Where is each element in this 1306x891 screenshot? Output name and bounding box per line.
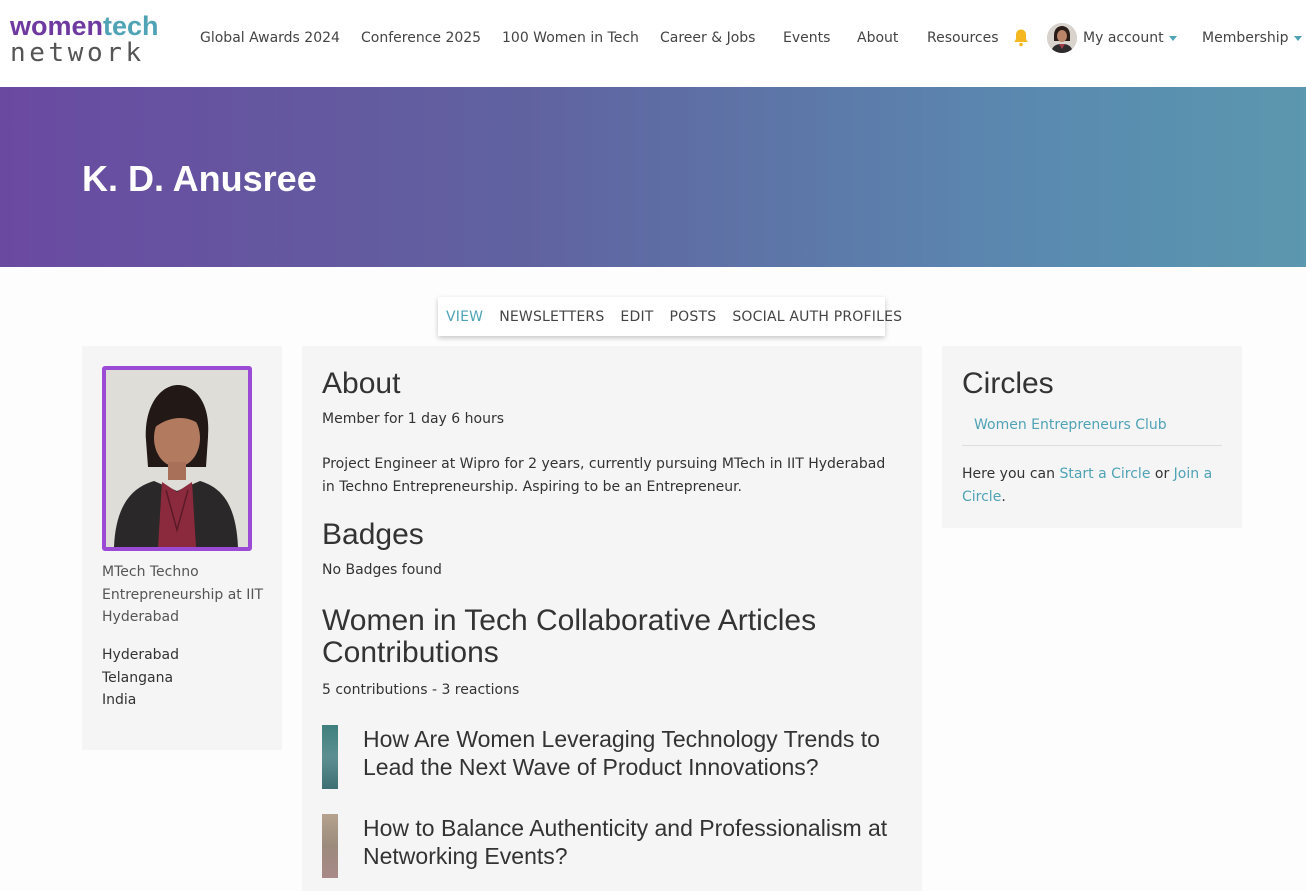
circles-help-text: Here you can Start a Circle or Join a Ci… bbox=[962, 463, 1222, 509]
logo-tech-text: tech bbox=[103, 11, 159, 41]
tab-view[interactable]: VIEW bbox=[446, 307, 483, 327]
user-avatar[interactable] bbox=[1047, 23, 1077, 53]
location-state: Telangana bbox=[102, 669, 174, 686]
membership-label: Membership bbox=[1202, 30, 1289, 46]
nav-conference[interactable]: Conference 2025 bbox=[361, 28, 481, 48]
logo-wordmark: womentech bbox=[10, 13, 159, 40]
profile-main-card: About Member for 1 day 6 hours Project E… bbox=[302, 346, 922, 891]
nav-100-women[interactable]: 100 Women in Tech bbox=[502, 28, 639, 48]
profile-headline: MTech Techno Entrepreneurship at IIT Hyd… bbox=[102, 564, 264, 625]
divider bbox=[962, 445, 1222, 446]
circles-card: Circles Women Entrepreneurs Club Here yo… bbox=[942, 346, 1242, 528]
articles-stats: 5 contributions - 3 reactions bbox=[322, 682, 520, 698]
profile-name-title: K. D. Anusree bbox=[82, 158, 317, 199]
profile-banner: K. D. Anusree bbox=[0, 87, 1306, 267]
profile-sidebar-card: MTech Techno Entrepreneurship at IIT Hyd… bbox=[82, 346, 282, 750]
circles-text-middle: or bbox=[1150, 466, 1174, 482]
article-title[interactable]: How Are Women Leveraging Technology Tren… bbox=[363, 725, 908, 781]
nav-global-awards[interactable]: Global Awards 2024 bbox=[200, 28, 340, 48]
nav-events[interactable]: Events bbox=[783, 28, 830, 48]
my-account-menu[interactable]: My account bbox=[1083, 28, 1177, 48]
badges-heading: Badges bbox=[322, 518, 424, 551]
chevron-down-icon bbox=[1168, 35, 1177, 41]
profile-bio: Project Engineer at Wipro for 2 years, c… bbox=[322, 456, 886, 495]
badges-empty-text: No Badges found bbox=[322, 562, 442, 578]
tab-posts[interactable]: POSTS bbox=[670, 307, 717, 327]
profile-photo bbox=[102, 366, 252, 551]
chevron-down-icon bbox=[1293, 35, 1302, 41]
articles-heading: Women in Tech Collaborative Articles Con… bbox=[322, 604, 817, 669]
profile-location: Hyderabad Telangana India bbox=[102, 644, 270, 712]
profile-tabs: VIEW NEWSLETTERS EDIT POSTS SOCIAL AUTH … bbox=[438, 297, 902, 336]
logo-network-text: network bbox=[10, 38, 145, 68]
nav-career-jobs[interactable]: Career & Jobs bbox=[660, 28, 755, 48]
membership-menu[interactable]: Membership bbox=[1202, 28, 1302, 48]
nav-resources[interactable]: Resources bbox=[927, 28, 999, 48]
circles-heading: Circles bbox=[962, 367, 1054, 400]
about-heading: About bbox=[322, 367, 401, 400]
circles-text-after: . bbox=[1001, 489, 1006, 505]
circle-item-women-entrepreneurs[interactable]: Women Entrepreneurs Club bbox=[974, 417, 1167, 433]
notification-bell-icon[interactable] bbox=[1012, 28, 1030, 48]
article-title[interactable]: How to Balance Authenticity and Professi… bbox=[363, 814, 908, 870]
member-duration: Member for 1 day 6 hours bbox=[322, 411, 505, 427]
tab-edit[interactable]: EDIT bbox=[620, 307, 653, 327]
tab-newsletters[interactable]: NEWSLETTERS bbox=[499, 307, 604, 327]
location-country: India bbox=[102, 692, 137, 708]
article-thumbnail bbox=[322, 725, 338, 789]
site-logo[interactable]: womentech network bbox=[10, 13, 159, 68]
site-header: womentech network Global Awards 2024 Con… bbox=[0, 0, 1306, 87]
location-city: Hyderabad bbox=[102, 647, 179, 663]
circles-text-before: Here you can bbox=[962, 466, 1060, 482]
logo-women-text: women bbox=[10, 11, 104, 41]
my-account-label: My account bbox=[1083, 30, 1164, 46]
article-thumbnail bbox=[322, 814, 338, 878]
tab-social-auth-profiles[interactable]: SOCIAL AUTH PROFILES bbox=[732, 307, 902, 327]
nav-about[interactable]: About bbox=[857, 28, 898, 48]
start-circle-link[interactable]: Start a Circle bbox=[1059, 466, 1150, 482]
